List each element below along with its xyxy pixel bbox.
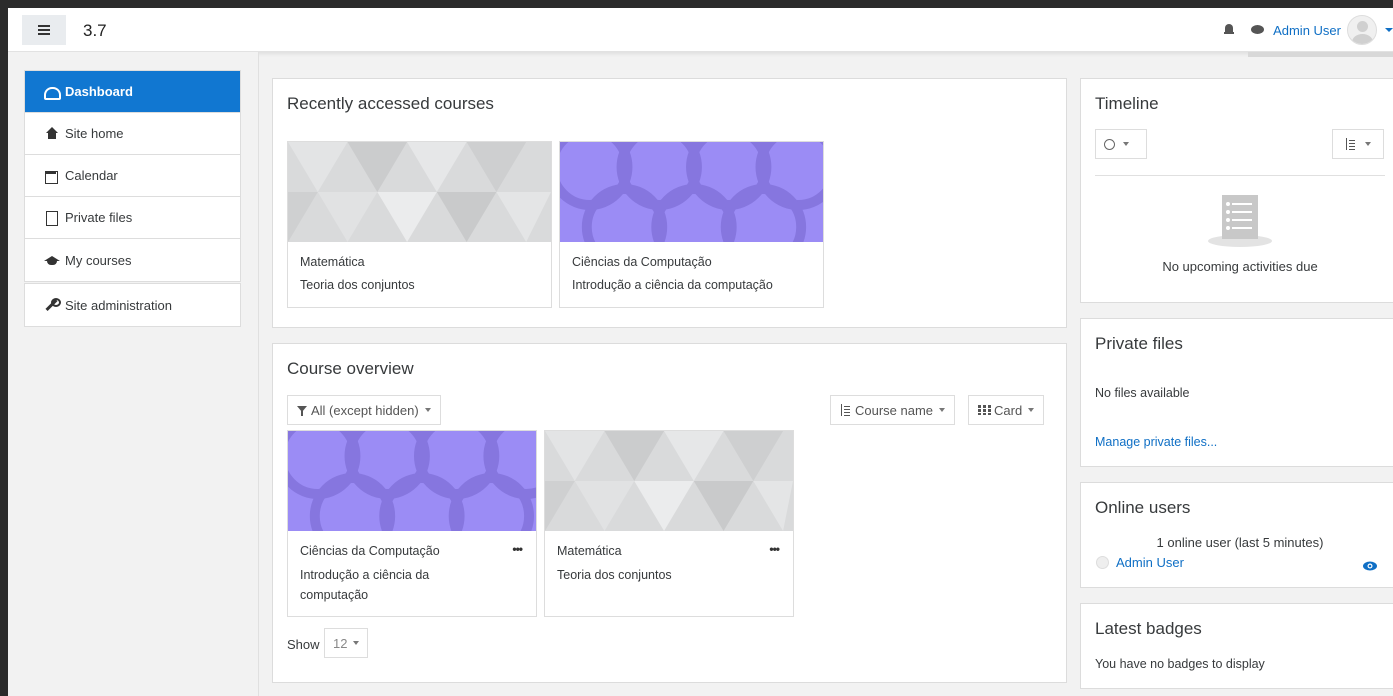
hamburger-menu-button[interactable] bbox=[22, 15, 66, 45]
course-card[interactable]: Matemática Teoria dos conjuntos bbox=[287, 141, 552, 308]
paging-dropdown[interactable]: 12 bbox=[324, 628, 369, 658]
course-name-link[interactable]: Introdução a ciência da bbox=[300, 565, 429, 585]
block-title: Online users bbox=[1095, 498, 1191, 517]
site-name[interactable]: 3.7 bbox=[83, 21, 107, 41]
block-title: Timeline bbox=[1095, 94, 1159, 113]
course-category: Matemática bbox=[557, 544, 622, 558]
messages-chat-icon[interactable] bbox=[1249, 21, 1267, 39]
sidebar-item-site-home[interactable]: Site home bbox=[25, 113, 240, 155]
course-image-purple-circles[interactable] bbox=[560, 142, 823, 242]
sidebar-item-label: Calendar bbox=[65, 168, 118, 183]
sort-dropdown[interactable]: Course name bbox=[830, 395, 956, 425]
empty-list-icon bbox=[1208, 195, 1272, 247]
empty-state-text: No files available bbox=[1095, 386, 1190, 400]
view-label: Card bbox=[994, 402, 1023, 418]
top-navbar: 3.7 Admin User bbox=[8, 8, 1393, 52]
course-name-link[interactable]: Introdução a ciência da computação bbox=[572, 275, 773, 295]
dashboard-icon bbox=[44, 85, 61, 100]
grouping-filter-dropdown[interactable]: All (except hidden) bbox=[287, 395, 441, 425]
avatar bbox=[1096, 556, 1109, 569]
calendar-icon bbox=[44, 169, 58, 184]
main-nav-group: Dashboard Site home Calendar Private fil… bbox=[24, 70, 241, 282]
sidebar-item-site-administration[interactable]: Site administration bbox=[25, 284, 240, 326]
course-name-link[interactable]: Teoria dos conjuntos bbox=[557, 565, 672, 585]
divider bbox=[1248, 52, 1393, 57]
timeline-sort-dropdown[interactable] bbox=[1332, 129, 1384, 159]
user-avatar[interactable] bbox=[1347, 15, 1377, 45]
file-icon bbox=[44, 210, 58, 226]
course-category: Matemática bbox=[300, 255, 365, 269]
view-mode-dropdown[interactable]: Card bbox=[968, 395, 1045, 425]
course-menu-button[interactable]: ••• bbox=[512, 542, 523, 556]
course-card[interactable]: Ciências da Computação Introdução a ciên… bbox=[559, 141, 824, 308]
course-overview-block: Course overview All (except hidden) Cour… bbox=[272, 343, 1067, 683]
private-files-block: Private files No files available Manage … bbox=[1080, 318, 1393, 467]
course-card[interactable]: Matemática ••• Teoria dos conjuntos bbox=[544, 430, 794, 617]
clock-icon bbox=[1104, 138, 1115, 150]
grid-icon bbox=[978, 405, 991, 415]
nav-drawer: Dashboard Site home Calendar Private fil… bbox=[8, 52, 259, 696]
caret-down-icon bbox=[939, 408, 946, 412]
recent-courses-block: Recently accessed courses Matemática Teo… bbox=[272, 78, 1067, 328]
caret-down-icon bbox=[1365, 142, 1371, 146]
sidebar-item-my-courses[interactable]: My courses bbox=[25, 239, 240, 281]
admin-nav-group: Site administration bbox=[24, 283, 241, 327]
sidebar-item-label: Site home bbox=[65, 126, 124, 141]
course-name-link[interactable]: Teoria dos conjuntos bbox=[300, 275, 415, 295]
hamburger-icon bbox=[38, 29, 50, 31]
online-summary: 1 online user (last 5 minutes) bbox=[1156, 535, 1324, 550]
course-category: Ciências da Computação bbox=[300, 544, 440, 558]
block-title: Course overview bbox=[287, 359, 414, 378]
sidebar-item-label: Site administration bbox=[65, 297, 172, 313]
sidebar-item-label: Dashboard bbox=[65, 84, 133, 99]
timeline-day-filter[interactable] bbox=[1095, 129, 1147, 159]
paging-value: 12 bbox=[333, 635, 348, 651]
empty-state-text: You have no badges to display bbox=[1095, 657, 1265, 671]
show-label: Show bbox=[287, 637, 320, 652]
course-image-purple-circles[interactable] bbox=[288, 431, 536, 531]
sidebar-item-private-files[interactable]: Private files bbox=[25, 197, 240, 239]
sidebar-item-dashboard[interactable]: Dashboard bbox=[25, 71, 240, 113]
empty-state-text: No upcoming activities due bbox=[1162, 259, 1318, 274]
course-category: Ciências da Computação bbox=[572, 255, 712, 269]
block-title: Private files bbox=[1095, 334, 1183, 353]
sort-icon bbox=[1345, 138, 1355, 150]
course-card[interactable]: Ciências da Computação ••• Introdução a … bbox=[287, 430, 537, 617]
course-image-gray-triangles[interactable] bbox=[545, 431, 793, 531]
graduation-cap-icon bbox=[44, 253, 60, 267]
chevron-down-icon[interactable] bbox=[1385, 28, 1393, 32]
filter-label: All (except hidden) bbox=[311, 402, 419, 418]
notifications-bell-icon[interactable] bbox=[1221, 21, 1239, 39]
sort-icon bbox=[840, 404, 851, 416]
sidebar-item-calendar[interactable]: Calendar bbox=[25, 155, 240, 197]
manage-private-files-link[interactable]: Manage private files... bbox=[1095, 435, 1217, 449]
course-image-gray-triangles[interactable] bbox=[288, 142, 551, 242]
course-menu-button[interactable]: ••• bbox=[769, 542, 780, 556]
caret-down-icon bbox=[353, 641, 360, 645]
divider bbox=[1095, 175, 1385, 176]
timeline-block: Timeline No upcoming activities due bbox=[1080, 78, 1393, 303]
block-title: Latest badges bbox=[1095, 619, 1202, 638]
user-menu-area: Admin User bbox=[1221, 14, 1393, 46]
home-icon bbox=[44, 126, 58, 141]
wrench-icon bbox=[44, 298, 61, 312]
course-name-link-line2[interactable]: computação bbox=[300, 585, 368, 605]
sort-label: Course name bbox=[855, 402, 934, 418]
caret-down-icon bbox=[1123, 142, 1129, 146]
sidebar-item-label: My courses bbox=[65, 252, 132, 268]
sidebar-item-label: Private files bbox=[65, 210, 133, 225]
block-title: Recently accessed courses bbox=[287, 94, 494, 113]
online-user-link[interactable]: Admin User bbox=[1116, 555, 1184, 570]
latest-badges-block: Latest badges You have no badges to disp… bbox=[1080, 603, 1393, 689]
app-frame: 3.7 Admin User Dashboard Site home Calen… bbox=[8, 8, 1393, 696]
user-name-link[interactable]: Admin User bbox=[1273, 23, 1341, 38]
caret-down-icon bbox=[424, 408, 431, 412]
eye-icon[interactable] bbox=[1363, 561, 1377, 571]
filter-icon bbox=[297, 405, 307, 416]
online-users-block: Online users 1 online user (last 5 minut… bbox=[1080, 482, 1393, 588]
caret-down-icon bbox=[1028, 408, 1035, 412]
